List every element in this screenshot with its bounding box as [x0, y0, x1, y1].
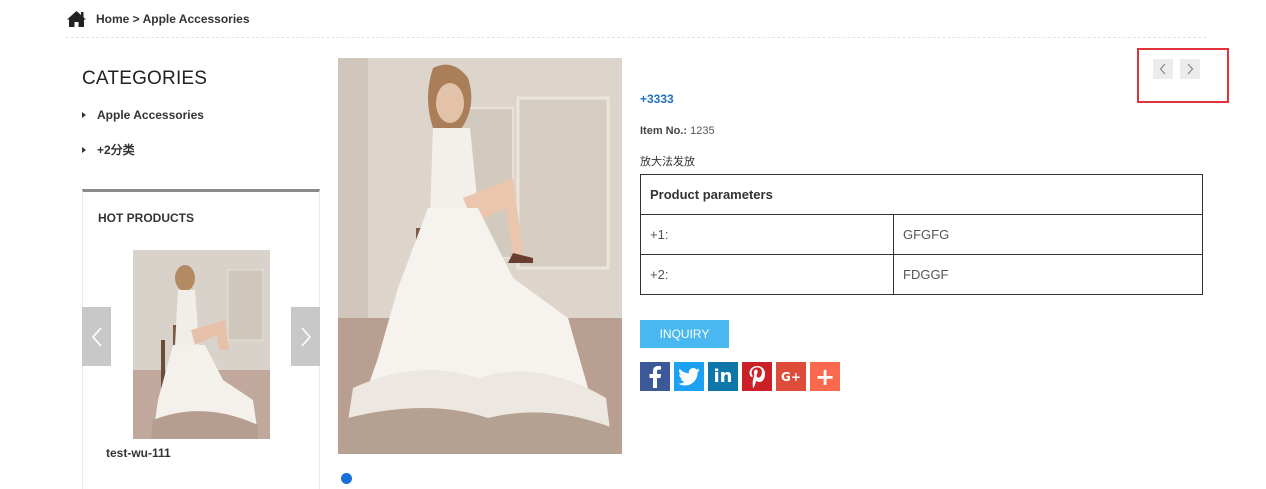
- breadcrumb: Home > Apple Accessories: [66, 10, 250, 28]
- caret-right-icon: [82, 146, 86, 153]
- category-item-apple-accessories[interactable]: Apple Accessories: [82, 107, 204, 122]
- product-main-image[interactable]: [338, 58, 622, 454]
- param-key: +2:: [640, 254, 894, 295]
- category-label: +2分类: [97, 143, 135, 157]
- pinterest-icon[interactable]: [742, 362, 772, 391]
- hot-product-name[interactable]: test-wu-111: [106, 446, 171, 460]
- chevron-right-icon: [1187, 63, 1194, 75]
- item-number: Item No.: 1235: [640, 125, 715, 137]
- home-icon[interactable]: [66, 10, 87, 28]
- prev-product-button[interactable]: [1153, 59, 1173, 79]
- breadcrumb-separator: >: [129, 12, 143, 26]
- product-page: Home > Apple Accessories CATEGORIES Appl…: [0, 0, 1266, 489]
- product-title: +3333: [640, 92, 674, 106]
- categories-title: CATEGORIES: [82, 68, 208, 89]
- chevron-right-icon: [300, 326, 311, 347]
- hot-products-title: HOT PRODUCTS: [98, 211, 194, 225]
- inquiry-button[interactable]: INQUIRY: [640, 320, 729, 348]
- table-row: +2: FDGGF: [640, 254, 1203, 295]
- linkedin-icon[interactable]: in: [708, 362, 738, 391]
- hot-product-image[interactable]: [133, 250, 270, 439]
- table-header-row: Product parameters: [640, 174, 1203, 215]
- hot-products-panel: HOT PRODUCTS test-wu-111: [82, 189, 320, 489]
- param-key: +1:: [640, 214, 894, 255]
- category-list: Apple Accessories +2分类: [82, 107, 204, 177]
- param-value: GFGFG: [893, 214, 1203, 255]
- table-row: +1: GFGFG: [640, 214, 1203, 255]
- category-label: Apple Accessories: [97, 107, 204, 122]
- chevron-left-icon: [91, 326, 102, 347]
- product-parameters-table: Product parameters +1: GFGFG +2: FDGGF: [640, 174, 1203, 295]
- header-divider: [66, 37, 1206, 38]
- breadcrumb-text: Home > Apple Accessories: [96, 12, 250, 26]
- param-value: FDGGF: [893, 254, 1203, 295]
- breadcrumb-home-link[interactable]: Home: [96, 12, 129, 26]
- addthis-icon[interactable]: +: [810, 362, 840, 391]
- product-description: 放大法发放: [640, 156, 695, 168]
- item-number-label: Item No.:: [640, 125, 688, 137]
- google-plus-icon[interactable]: G+: [776, 362, 806, 391]
- facebook-icon[interactable]: [640, 362, 670, 391]
- next-product-button[interactable]: [1180, 59, 1200, 79]
- item-number-value: 1235: [690, 125, 715, 137]
- share-bar: in G+ +: [640, 362, 844, 391]
- hot-products-prev-button[interactable]: [82, 307, 111, 366]
- twitter-icon[interactable]: [674, 362, 704, 391]
- caret-right-icon: [82, 111, 86, 118]
- category-item-2[interactable]: +2分类: [82, 142, 204, 157]
- chevron-left-icon: [1159, 63, 1166, 75]
- gallery-dot-active[interactable]: [341, 473, 352, 484]
- hot-products-next-button[interactable]: [291, 307, 320, 366]
- breadcrumb-current[interactable]: Apple Accessories: [143, 12, 250, 26]
- params-header: Product parameters: [640, 174, 1203, 215]
